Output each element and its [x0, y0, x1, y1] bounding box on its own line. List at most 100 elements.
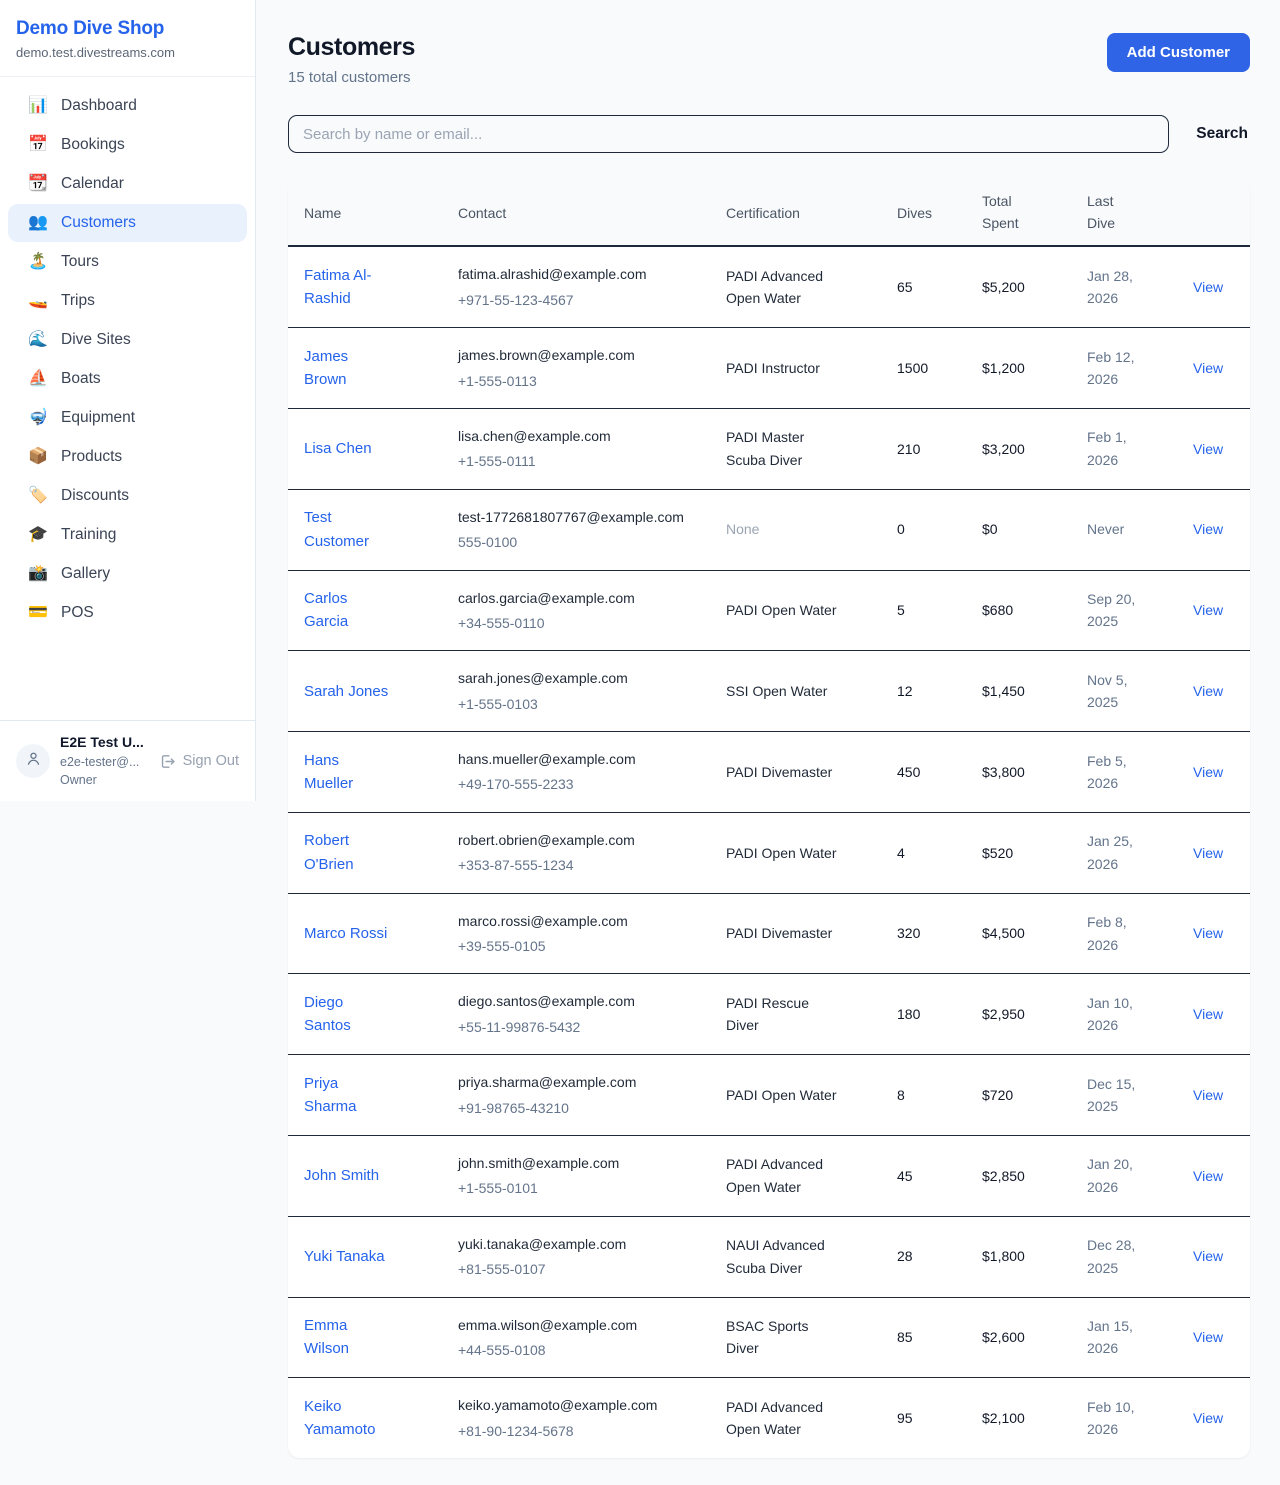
customer-dives: 0 — [881, 489, 966, 570]
customer-total-spent: $5,200 — [966, 246, 1071, 327]
view-link[interactable]: View — [1193, 602, 1223, 618]
customer-last-dive: Feb 12, 2026 — [1087, 346, 1147, 391]
view-link[interactable]: View — [1193, 683, 1223, 699]
customer-count: 15 total customers — [288, 69, 415, 86]
customer-email: carlos.garcia@example.com — [458, 587, 694, 609]
column-header-certification: Certification — [710, 180, 881, 246]
customer-name-link[interactable]: John Smith — [304, 1164, 379, 1187]
customer-email: emma.wilson@example.com — [458, 1314, 694, 1336]
customer-name-link[interactable]: Keiko Yamamoto — [304, 1395, 392, 1442]
customer-name-link[interactable]: Lisa Chen — [304, 437, 372, 460]
customer-name-link[interactable]: Carlos Garcia — [304, 587, 392, 634]
customer-phone: 555-0100 — [458, 531, 694, 553]
sidebar-item-gallery[interactable]: 📸 Gallery — [8, 555, 247, 593]
sidebar-item-equipment[interactable]: 🤿 Equipment — [8, 399, 247, 437]
view-link[interactable]: View — [1193, 845, 1223, 861]
table-row: Sarah Jones sarah.jones@example.com +1-5… — [288, 651, 1250, 732]
customer-name-link[interactable]: Sarah Jones — [304, 680, 388, 703]
sidebar-item-calendar[interactable]: 📆 Calendar — [8, 165, 247, 203]
search-button[interactable]: Search — [1194, 121, 1250, 147]
customer-last-dive: Jan 10, 2026 — [1087, 992, 1147, 1037]
sidebar-item-dashboard[interactable]: 📊 Dashboard — [8, 87, 247, 125]
customer-dives: 210 — [881, 408, 966, 489]
view-link[interactable]: View — [1193, 764, 1223, 780]
customer-name-link[interactable]: Marco Rossi — [304, 922, 387, 945]
column-header-dives: Dives — [881, 180, 966, 246]
customer-certification: PADI Open Water — [726, 599, 836, 621]
view-link[interactable]: View — [1193, 1410, 1223, 1426]
view-link[interactable]: View — [1193, 925, 1223, 941]
view-link[interactable]: View — [1193, 1006, 1223, 1022]
customer-name-link[interactable]: Emma Wilson — [304, 1314, 392, 1361]
customer-name-link[interactable]: Yuki Tanaka — [304, 1245, 385, 1268]
sidebar-item-boats[interactable]: ⛵ Boats — [8, 360, 247, 398]
customer-certification: PADI Advanced Open Water — [726, 1396, 841, 1441]
speedboat-icon: 🚤 — [28, 293, 48, 309]
sign-out-icon — [159, 753, 176, 770]
sidebar: Demo Dive Shop demo.test.divestreams.com… — [0, 0, 256, 801]
table-row: Emma Wilson emma.wilson@example.com +44-… — [288, 1297, 1250, 1378]
sidebar-item-tours[interactable]: 🏝️ Tours — [8, 243, 247, 281]
customer-phone: +1-555-0103 — [458, 693, 694, 715]
sign-out-label: Sign Out — [183, 753, 239, 769]
table-row: Marco Rossi marco.rossi@example.com +39-… — [288, 893, 1250, 974]
table-row: James Brown james.brown@example.com +1-5… — [288, 328, 1250, 409]
calendar-date-icon: 📅 — [28, 137, 48, 153]
sidebar-item-pos[interactable]: 💳 POS — [8, 594, 247, 632]
view-link[interactable]: View — [1193, 360, 1223, 376]
customer-dives: 5 — [881, 570, 966, 651]
customer-last-dive: Feb 5, 2026 — [1087, 750, 1147, 795]
view-link[interactable]: View — [1193, 1087, 1223, 1103]
customer-last-dive: Jan 15, 2026 — [1087, 1315, 1147, 1360]
view-link[interactable]: View — [1193, 521, 1223, 537]
sign-out-button[interactable]: Sign Out — [159, 753, 239, 770]
customer-total-spent: $2,600 — [966, 1297, 1071, 1378]
customer-email: lisa.chen@example.com — [458, 425, 694, 447]
customer-name-link[interactable]: James Brown — [304, 345, 392, 392]
table-header-row: Name Contact Certification Dives Total S… — [288, 180, 1250, 246]
sidebar-item-bookings[interactable]: 📅 Bookings — [8, 126, 247, 164]
sidebar-item-trips[interactable]: 🚤 Trips — [8, 282, 247, 320]
table-row: Fatima Al-Rashid fatima.alrashid@example… — [288, 246, 1250, 327]
view-link[interactable]: View — [1193, 441, 1223, 457]
customer-last-dive: Jan 20, 2026 — [1087, 1153, 1147, 1198]
customer-dives: 450 — [881, 732, 966, 813]
customer-total-spent: $2,850 — [966, 1135, 1071, 1216]
search-input[interactable] — [288, 115, 1169, 153]
people-icon: 👥 — [28, 215, 48, 231]
view-link[interactable]: View — [1193, 1329, 1223, 1345]
shop-name[interactable]: Demo Dive Shop — [16, 18, 239, 40]
customer-email: priya.sharma@example.com — [458, 1071, 694, 1093]
sidebar-item-products[interactable]: 📦 Products — [8, 438, 247, 476]
user-email: e2e-tester@... — [60, 754, 144, 770]
customer-name-link[interactable]: Robert O'Brien — [304, 829, 392, 876]
view-link[interactable]: View — [1193, 279, 1223, 295]
customer-dives: 12 — [881, 651, 966, 732]
sidebar-item-customers[interactable]: 👥 Customers — [8, 204, 247, 242]
customer-certification: PADI Open Water — [726, 842, 836, 864]
add-customer-button[interactable]: Add Customer — [1107, 33, 1250, 72]
customer-name-link[interactable]: Priya Sharma — [304, 1072, 392, 1119]
table-row: Hans Mueller hans.mueller@example.com +4… — [288, 732, 1250, 813]
table-row: John Smith john.smith@example.com +1-555… — [288, 1135, 1250, 1216]
diving-mask-icon: 🤿 — [28, 410, 48, 426]
customer-name-link[interactable]: Hans Mueller — [304, 749, 392, 796]
customer-last-dive: Nov 5, 2025 — [1087, 669, 1147, 714]
customer-email: sarah.jones@example.com — [458, 667, 694, 689]
view-link[interactable]: View — [1193, 1168, 1223, 1184]
column-header-last-dive: Last Dive — [1071, 180, 1177, 246]
sidebar-item-discounts[interactable]: 🏷️ Discounts — [8, 477, 247, 515]
customer-certification: PADI Instructor — [726, 357, 820, 379]
view-link[interactable]: View — [1193, 1248, 1223, 1264]
credit-card-icon: 💳 — [28, 605, 48, 621]
sidebar-item-training[interactable]: 🎓 Training — [8, 516, 247, 554]
water-wave-icon: 🌊 — [28, 332, 48, 348]
sidebar-item-dive-sites[interactable]: 🌊 Dive Sites — [8, 321, 247, 359]
customer-last-dive: Feb 8, 2026 — [1087, 911, 1147, 956]
customer-last-dive: Jan 28, 2026 — [1087, 265, 1147, 310]
user-section: E2E Test U... e2e-tester@... Owner Sign … — [0, 720, 255, 801]
customer-total-spent: $1,200 — [966, 328, 1071, 409]
customer-name-link[interactable]: Diego Santos — [304, 991, 392, 1038]
customer-name-link[interactable]: Test Customer — [304, 506, 392, 553]
customer-name-link[interactable]: Fatima Al-Rashid — [304, 264, 392, 311]
